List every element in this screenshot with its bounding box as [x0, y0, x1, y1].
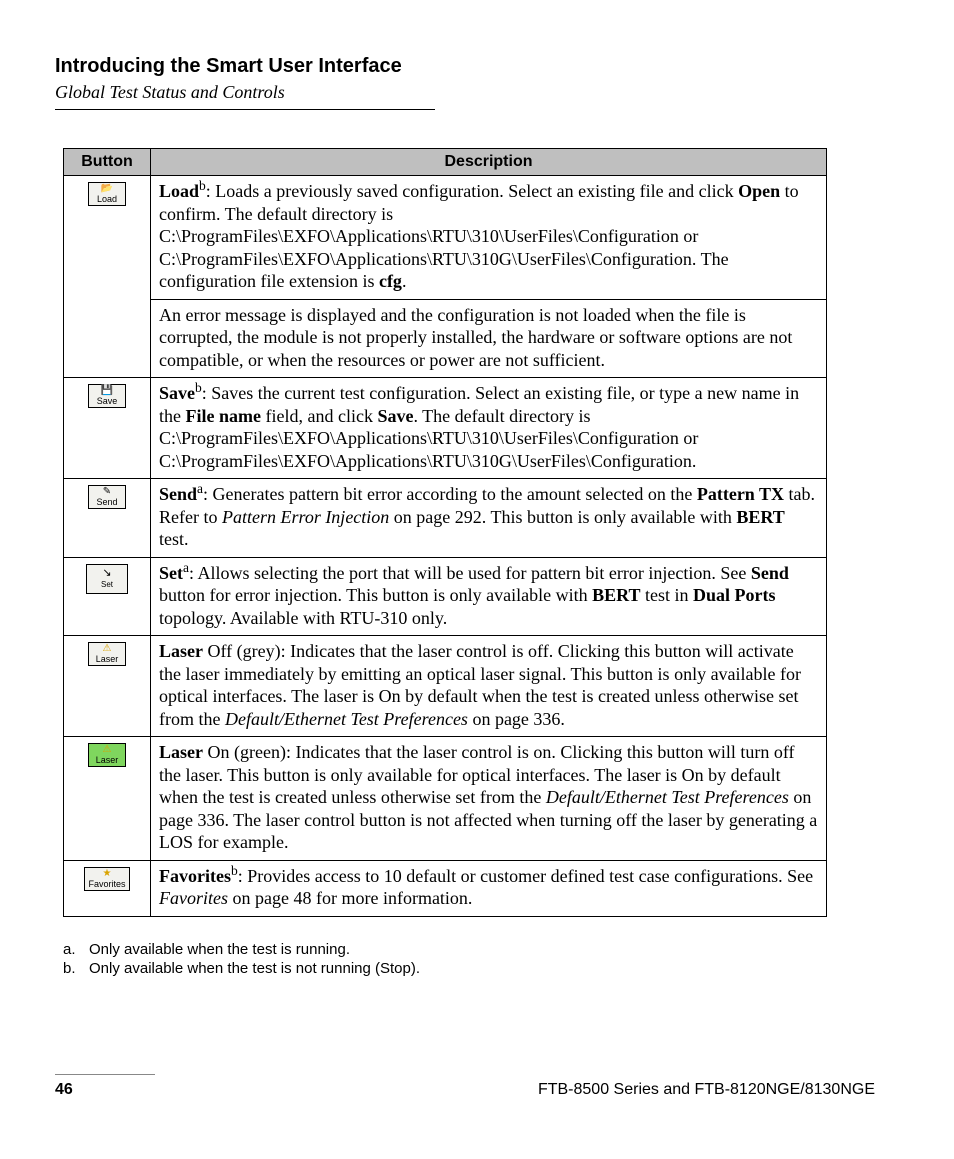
star-icon: ★ — [88, 869, 125, 879]
laser-off-button[interactable]: ⚠ Laser — [88, 642, 126, 666]
table-row: ⚠ Laser Laser Off (grey): Indicates that… — [64, 636, 827, 737]
description-text: An error message is displayed and the co… — [159, 304, 818, 372]
header-rule — [55, 109, 435, 110]
product-name: FTB-8500 Series and FTB-8120NGE/8130NGE — [538, 1081, 875, 1099]
footnote-b-text: Only available when the test is not runn… — [89, 960, 420, 977]
description-text: Favoritesb: Provides access to 10 defaul… — [159, 865, 818, 910]
table-row: An error message is displayed and the co… — [64, 299, 827, 378]
pencil-icon: ✎ — [92, 487, 122, 497]
footer-rule — [55, 1074, 155, 1075]
description-text: Loadb: Loads a previously saved configur… — [159, 180, 818, 293]
column-header-button: Button — [64, 149, 151, 176]
set-button[interactable]: ↘ Set — [86, 564, 128, 594]
page-content: Introducing the Smart User Interface Glo… — [55, 55, 875, 979]
cursor-arrow-icon: ↘ — [102, 567, 111, 579]
footnote-a-label: a. — [63, 941, 89, 958]
table-row: 💾 Save Saveb: Saves the current test con… — [64, 378, 827, 479]
footer: 46 FTB-8500 Series and FTB-8120NGE/8130N… — [55, 1074, 875, 1099]
save-button[interactable]: 💾 Save — [88, 384, 126, 408]
footnotes: a.Only available when the test is runnin… — [63, 941, 875, 977]
laser-warning-icon: ⚠ — [92, 644, 122, 654]
description-text: Laser On (green): Indicates that the las… — [159, 741, 818, 854]
laser-warning-icon: ⚠ — [92, 745, 122, 755]
button-description-table: Button Description 📂 Load Loadb: Loads a… — [63, 148, 827, 917]
laser-on-button[interactable]: ⚠ Laser — [88, 743, 126, 767]
section-title: Introducing the Smart User Interface — [55, 55, 875, 78]
table-row: 📂 Load Loadb: Loads a previously saved c… — [64, 176, 827, 300]
footnote-b-label: b. — [63, 960, 89, 977]
folder-open-icon: 📂 — [92, 184, 122, 194]
page-number: 46 — [55, 1081, 73, 1099]
description-text: Saveb: Saves the current test configurat… — [159, 382, 818, 472]
table-row: ★ Favorites Favoritesb: Provides access … — [64, 860, 827, 916]
table-row: ⚠ Laser Laser On (green): Indicates that… — [64, 737, 827, 861]
description-text: Senda: Generates pattern bit error accor… — [159, 483, 818, 551]
favorites-button[interactable]: ★ Favorites — [84, 867, 129, 891]
load-button[interactable]: 📂 Load — [88, 182, 126, 206]
table-row: ↘ Set Seta: Allows selecting the port th… — [64, 557, 827, 636]
description-text: Laser Off (grey): Indicates that the las… — [159, 640, 818, 730]
footnote-a-text: Only available when the test is running. — [89, 941, 350, 958]
floppy-disk-icon: 💾 — [92, 386, 122, 396]
description-text: Seta: Allows selecting the port that wil… — [159, 562, 818, 630]
section-subtitle: Global Test Status and Controls — [55, 82, 875, 103]
table-row: ✎ Send Senda: Generates pattern bit erro… — [64, 479, 827, 558]
column-header-description: Description — [151, 149, 827, 176]
send-button[interactable]: ✎ Send — [88, 485, 126, 509]
